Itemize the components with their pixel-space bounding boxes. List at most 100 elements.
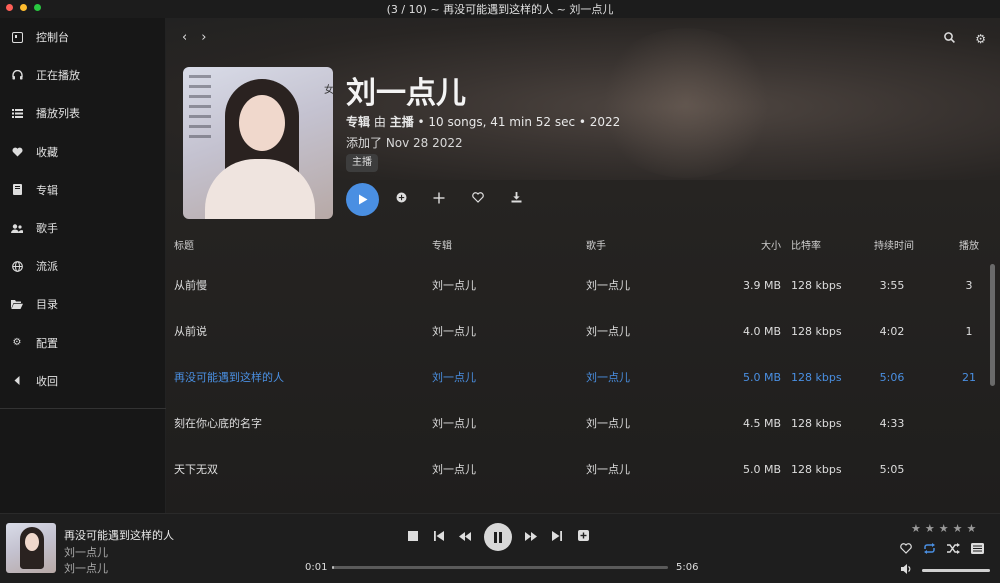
row-artist[interactable]: 刘一点儿 bbox=[586, 402, 630, 446]
progress-slider[interactable] bbox=[332, 566, 668, 569]
row-title: 从前说 bbox=[174, 325, 207, 338]
play-next-icon[interactable] bbox=[391, 192, 411, 207]
track-list-scrollbar[interactable] bbox=[990, 264, 995, 386]
row-size: 4.0 MB bbox=[742, 325, 781, 338]
sidebar-item-dashboard[interactable]: 控制台 bbox=[0, 18, 165, 56]
row-bitrate: 128 kbps bbox=[791, 371, 842, 384]
row-album[interactable]: 刘一点儿 bbox=[432, 356, 476, 400]
album-view: ‹ › ⚙ 女 刘一点儿 专辑 由 主播 • 10 songs, 41 min … bbox=[166, 18, 1000, 513]
column-header-artist[interactable]: 歌手 bbox=[586, 239, 606, 255]
column-header-size[interactable]: 大小 bbox=[732, 239, 781, 255]
row-album[interactable]: 刘一点儿 bbox=[432, 402, 476, 446]
row-album[interactable]: 刘一点儿 bbox=[432, 448, 476, 492]
column-header-plays[interactable]: 播放 bbox=[954, 239, 984, 255]
title-bar: (3 / 10) ~ 再没可能遇到这样的人 ~ 刘一点儿 bbox=[0, 0, 1000, 18]
star-icon[interactable]: ★ bbox=[967, 522, 977, 535]
sidebar-item-settings[interactable]: ⚙ 配置 bbox=[0, 324, 165, 362]
row-title: 天下无双 bbox=[174, 463, 218, 476]
add-to-queue-icon[interactable] bbox=[576, 530, 590, 544]
fast-forward-icon[interactable] bbox=[524, 530, 538, 544]
sidebar: 控制台 正在播放 播放列表 收藏 专辑 歌手 流派 目录 ⚙ 配置 收回 bbox=[0, 18, 166, 513]
star-icon[interactable]: ★ bbox=[939, 522, 949, 535]
sidebar-item-label: 专辑 bbox=[36, 183, 58, 197]
row-plays: 1 bbox=[965, 325, 973, 338]
volume-icon[interactable] bbox=[901, 564, 912, 577]
sidebar-item-now-playing[interactable]: 正在播放 bbox=[0, 56, 165, 94]
row-album[interactable]: 刘一点儿 bbox=[432, 264, 476, 308]
table-row-playing[interactable]: 再没可能遇到这样的人 刘一点儿 刘一点儿 5.0 MB 128 kbps 5:0… bbox=[166, 356, 986, 400]
stop-icon[interactable] bbox=[406, 530, 420, 544]
sidebar-item-label: 播放列表 bbox=[36, 107, 80, 121]
cover-text: 女 bbox=[324, 85, 333, 96]
rewind-icon[interactable] bbox=[458, 530, 472, 544]
now-playing-album[interactable]: 刘一点儿 bbox=[64, 560, 108, 576]
close-window-button[interactable] bbox=[6, 4, 13, 11]
table-header: 标题 专辑 歌手 大小 比特率 持续时间 播放 bbox=[166, 239, 986, 255]
shuffle-icon[interactable] bbox=[947, 543, 960, 557]
sidebar-item-label: 目录 bbox=[36, 298, 58, 312]
skip-next-icon[interactable] bbox=[550, 530, 564, 544]
row-plays: 21 bbox=[962, 371, 976, 384]
favorite-icon[interactable] bbox=[468, 192, 488, 207]
add-to-playlist-icon[interactable] bbox=[429, 192, 449, 208]
album-stats: • 10 songs, 41 min 52 sec • 2022 bbox=[417, 115, 621, 129]
search-icon[interactable] bbox=[944, 32, 956, 46]
favorite-icon[interactable] bbox=[900, 543, 912, 557]
sidebar-item-label: 流派 bbox=[36, 260, 58, 274]
minimize-window-button[interactable] bbox=[20, 4, 27, 11]
album-actions bbox=[346, 183, 526, 216]
row-album[interactable]: 刘一点儿 bbox=[432, 310, 476, 354]
album-meta: 专辑 由 主播 • 10 songs, 41 min 52 sec • 2022 bbox=[346, 113, 620, 130]
history-navigation: ‹ › bbox=[182, 30, 206, 45]
volume-slider[interactable] bbox=[922, 569, 990, 572]
sidebar-item-collapse[interactable]: 收回 bbox=[0, 362, 165, 400]
pause-button[interactable] bbox=[484, 523, 512, 551]
now-playing-artist[interactable]: 刘一点儿 bbox=[64, 544, 108, 560]
column-header-album[interactable]: 专辑 bbox=[432, 239, 452, 255]
album-icon bbox=[10, 183, 24, 197]
column-header-duration[interactable]: 持续时间 bbox=[874, 239, 914, 255]
column-header-title[interactable]: 标题 bbox=[174, 239, 194, 255]
row-artist[interactable]: 刘一点儿 bbox=[586, 310, 630, 354]
dashboard-icon bbox=[10, 30, 24, 44]
table-row[interactable]: 天下无双 刘一点儿 刘一点儿 5.0 MB 128 kbps 5:05 bbox=[166, 448, 986, 492]
back-arrow-icon[interactable]: ‹ bbox=[182, 30, 187, 45]
sidebar-item-folders[interactable]: 目录 bbox=[0, 285, 165, 323]
table-row[interactable]: 刻在你心底的名字 刘一点儿 刘一点儿 4.5 MB 128 kbps 4:33 bbox=[166, 402, 986, 446]
sidebar-item-albums[interactable]: 专辑 bbox=[0, 171, 165, 209]
row-artist[interactable]: 刘一点儿 bbox=[586, 264, 630, 308]
queue-list-icon[interactable] bbox=[971, 543, 984, 557]
row-artist[interactable]: 刘一点儿 bbox=[586, 448, 630, 492]
total-time: 5:06 bbox=[676, 562, 699, 573]
player-bar: 再没可能遇到这样的人 刘一点儿 刘一点儿 0:01 5:06 ★ ★ ★ ★ ★ bbox=[0, 513, 1000, 583]
sidebar-item-artists[interactable]: 歌手 bbox=[0, 209, 165, 247]
table-row[interactable]: 从前说 刘一点儿 刘一点儿 4.0 MB 128 kbps 4:02 1 bbox=[166, 310, 986, 354]
collapse-icon bbox=[10, 374, 24, 388]
star-icon[interactable]: ★ bbox=[953, 522, 963, 535]
genre-tag[interactable]: 主播 bbox=[346, 154, 378, 172]
download-icon[interactable] bbox=[506, 192, 526, 207]
sidebar-item-label: 正在播放 bbox=[36, 69, 80, 83]
repeat-icon[interactable] bbox=[923, 543, 936, 557]
heart-icon bbox=[10, 145, 24, 159]
gear-icon[interactable]: ⚙ bbox=[975, 32, 986, 46]
row-title: 刻在你心底的名字 bbox=[174, 417, 262, 430]
forward-arrow-icon[interactable]: › bbox=[201, 30, 206, 45]
row-duration: 5:05 bbox=[879, 463, 905, 476]
row-artist[interactable]: 刘一点儿 bbox=[586, 356, 630, 400]
maximize-window-button[interactable] bbox=[34, 4, 41, 11]
play-album-button[interactable] bbox=[346, 183, 379, 216]
row-bitrate: 128 kbps bbox=[791, 325, 842, 338]
table-row[interactable]: 从前慢 刘一点儿 刘一点儿 3.9 MB 128 kbps 3:55 3 bbox=[166, 264, 986, 308]
now-playing-cover[interactable] bbox=[6, 523, 56, 573]
column-header-bitrate[interactable]: 比特率 bbox=[791, 239, 821, 255]
sidebar-item-favorites[interactable]: 收藏 bbox=[0, 133, 165, 171]
sidebar-item-genres[interactable]: 流派 bbox=[0, 247, 165, 285]
album-artist-link[interactable]: 主播 bbox=[390, 115, 414, 129]
skip-previous-icon[interactable] bbox=[432, 530, 446, 544]
star-icon[interactable]: ★ bbox=[925, 522, 935, 535]
sidebar-item-playlists[interactable]: 播放列表 bbox=[0, 94, 165, 132]
now-playing-title[interactable]: 再没可能遇到这样的人 bbox=[64, 527, 174, 543]
row-bitrate: 128 kbps bbox=[791, 279, 842, 292]
star-icon[interactable]: ★ bbox=[911, 522, 921, 535]
